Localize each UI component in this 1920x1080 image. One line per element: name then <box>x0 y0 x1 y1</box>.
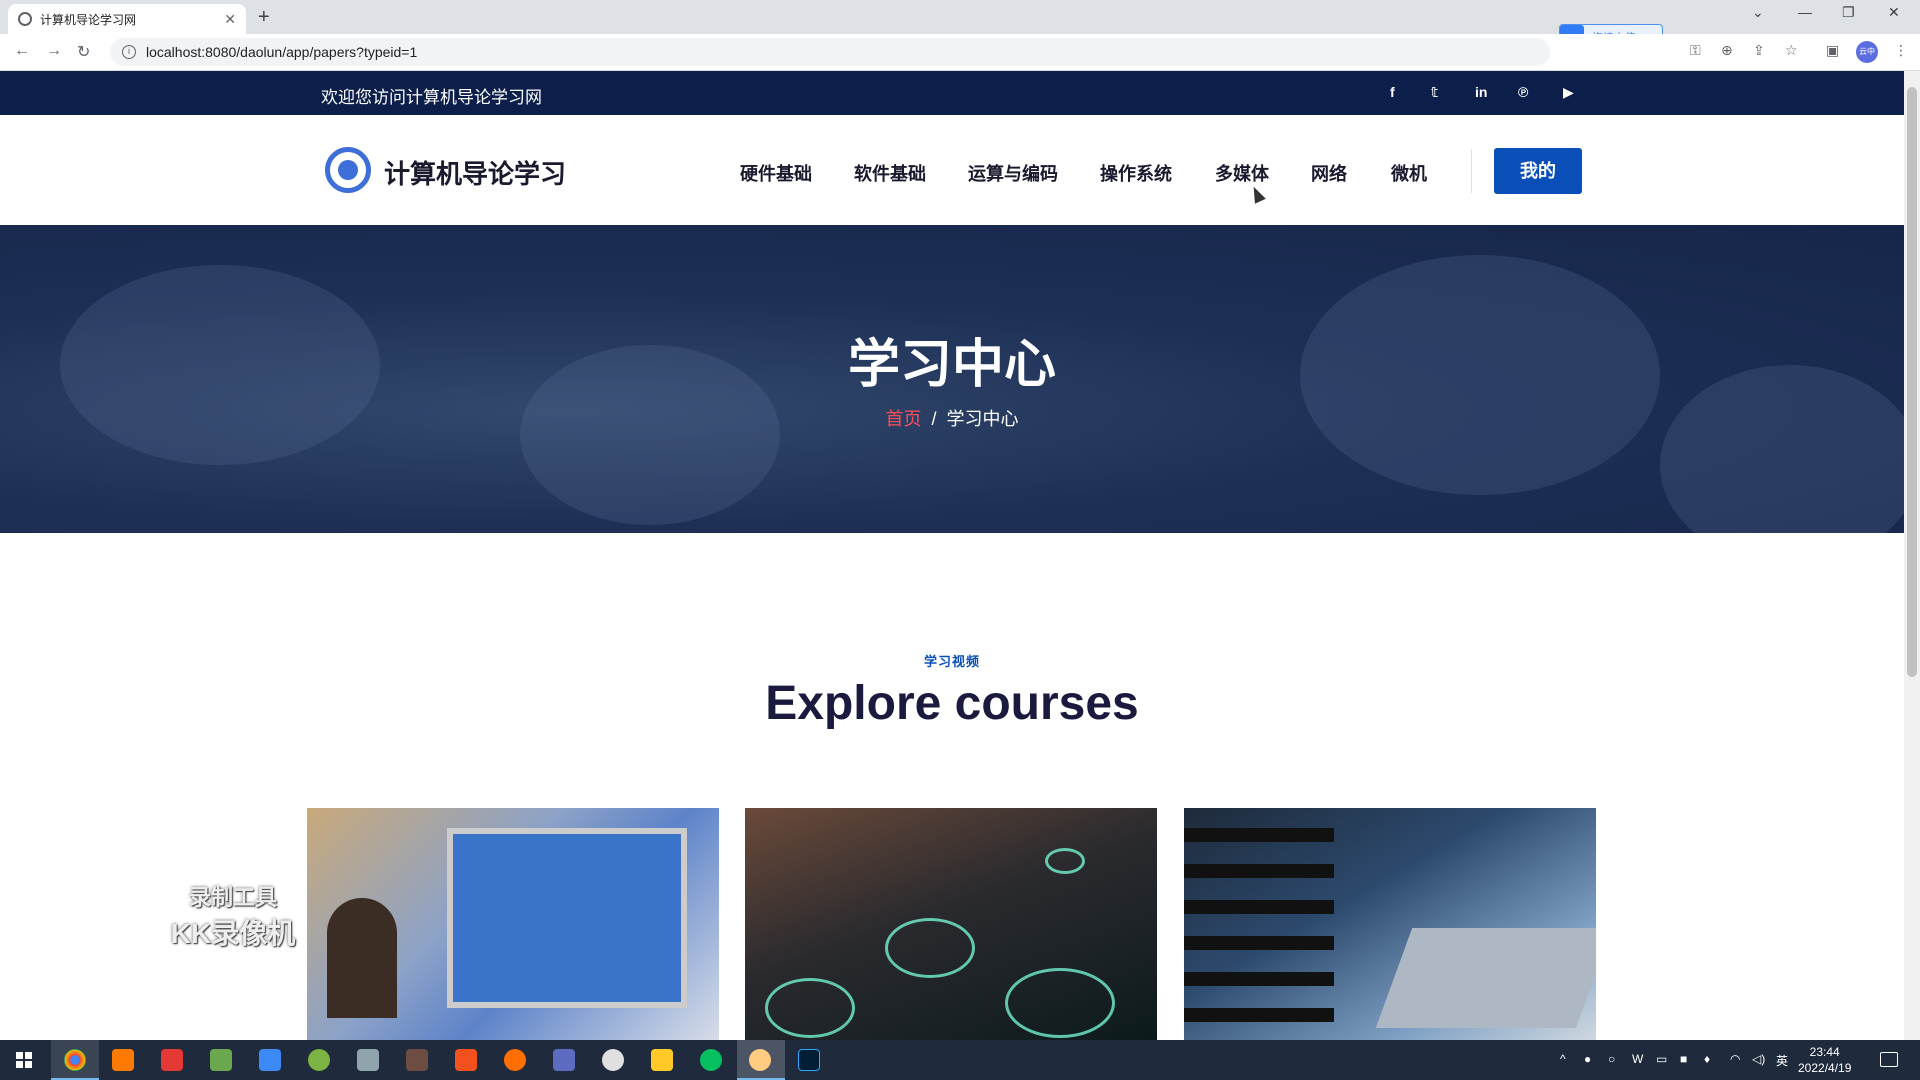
nav-item-network[interactable]: 网络 <box>1311 160 1347 186</box>
nav-item-encoding[interactable]: 运算与编码 <box>968 160 1058 186</box>
facebook-icon[interactable]: f <box>1390 84 1395 100</box>
notification-icon[interactable] <box>1880 1052 1898 1067</box>
breadcrumb-separator: / <box>931 409 937 429</box>
url-text: localhost:8080/daolun/app/papers?typeid=… <box>146 44 418 60</box>
watermark-line-2: KK录像机 <box>170 918 296 949</box>
tab-search-icon[interactable]: ⌄ <box>1752 4 1764 21</box>
chrome-icon[interactable] <box>64 1049 86 1071</box>
pinterest-icon[interactable]: ℗ <box>1518 84 1528 100</box>
folder-icon[interactable] <box>651 1049 673 1071</box>
browser-tab[interactable]: 计算机导论学习网 ✕ <box>8 4 246 34</box>
profile-avatar[interactable]: 云中 <box>1856 41 1878 63</box>
linkedin-icon[interactable]: in <box>1475 84 1487 100</box>
bookmark-star-icon[interactable]: ☆ <box>1785 42 1798 59</box>
breadcrumb: 首页 / 学习中心 <box>0 405 1904 431</box>
youtube-icon[interactable]: ▶ <box>1563 84 1574 101</box>
tray-nvidia-icon[interactable]: ■ <box>1680 1052 1687 1066</box>
course-card-1[interactable] <box>307 808 719 1040</box>
address-bar[interactable]: i localhost:8080/daolun/app/papers?typei… <box>110 38 1550 66</box>
ime-indicator[interactable]: 英 <box>1776 1052 1788 1069</box>
side-panel-icon[interactable]: ▣ <box>1826 42 1839 59</box>
course-card-2[interactable] <box>745 808 1157 1040</box>
tray-chevron-icon[interactable]: ^ <box>1560 1052 1566 1066</box>
cloud-drive-icon[interactable] <box>259 1049 281 1071</box>
nav-divider <box>1471 149 1472 193</box>
nav-item-software[interactable]: 软件基础 <box>854 160 926 186</box>
breadcrumb-current: 学习中心 <box>946 409 1019 429</box>
page-scrollbar[interactable] <box>1904 71 1920 1040</box>
my-account-button[interactable]: 我的 <box>1494 148 1582 194</box>
close-window-button[interactable]: ✕ <box>1888 4 1900 21</box>
nav-item-microcomputer[interactable]: 微机 <box>1391 160 1427 186</box>
restore-button[interactable]: ❐ <box>1842 4 1855 21</box>
tray-wechat-icon[interactable]: ● <box>1584 1052 1591 1066</box>
twitter-icon[interactable]: 𝕥 <box>1431 84 1438 101</box>
windows-taskbar: ^ ● ○ W ▭ ■ ♦ ◠ ◁) 英 23:44 2022/4/19 <box>0 1040 1920 1080</box>
photos-icon[interactable] <box>553 1049 575 1071</box>
tray-battery-icon[interactable]: ▭ <box>1656 1052 1667 1066</box>
printer-icon[interactable] <box>357 1049 379 1071</box>
video-app-icon[interactable] <box>455 1049 477 1071</box>
game-icon[interactable] <box>406 1049 428 1071</box>
watermark-line-1: 录制工具 <box>188 885 277 910</box>
welcome-text: 欢迎您访问计算机导论学习网 <box>321 88 542 107</box>
new-tab-button[interactable]: + <box>258 6 270 29</box>
chat-icon[interactable] <box>602 1049 624 1071</box>
site-header: 计算机导论学习 硬件基础 软件基础 运算与编码 操作系统 多媒体 网络 微机 我… <box>0 115 1904 225</box>
section-title: Explore courses <box>765 677 1139 730</box>
wifi-icon[interactable]: ◠ <box>1730 1052 1740 1066</box>
reload-icon[interactable]: ↻ <box>77 42 90 62</box>
clock-time: 23:44 <box>1809 1045 1840 1059</box>
logo-text[interactable]: 计算机导论学习 <box>384 154 566 191</box>
zoom-icon[interactable]: ⊕ <box>1721 42 1733 59</box>
section-eyebrow: 学习视频 <box>923 654 980 669</box>
top-info-bar: 欢迎您访问计算机导论学习网 f 𝕥 in ℗ ▶ <box>0 71 1904 115</box>
tab-title: 计算机导论学习网 <box>40 12 137 27</box>
info-icon[interactable]: i <box>122 45 136 59</box>
browser-toolbar: ← → ↻ i localhost:8080/daolun/app/papers… <box>0 34 1920 71</box>
nav-item-multimedia[interactable]: 多媒体 <box>1215 160 1269 186</box>
menu-dots-icon[interactable]: ⋮ <box>1894 42 1908 59</box>
hero-banner: 学习中心 首页 / 学习中心 <box>0 225 1904 533</box>
page-title: 学习中心 <box>847 336 1056 394</box>
notepad-icon[interactable] <box>210 1049 232 1071</box>
tray-search-icon[interactable]: ○ <box>1608 1052 1615 1066</box>
key-icon[interactable]: ⚿ <box>1690 42 1701 59</box>
globe-icon <box>18 12 32 26</box>
nav-item-hardware[interactable]: 硬件基础 <box>740 160 812 186</box>
system-clock[interactable]: 23:44 2022/4/19 <box>1798 1044 1851 1076</box>
search-tool-icon[interactable] <box>112 1049 134 1071</box>
laptop-screen <box>447 828 687 1008</box>
photoshop-icon[interactable] <box>798 1049 820 1071</box>
wps-icon[interactable] <box>161 1049 183 1071</box>
course-card-3[interactable] <box>1184 808 1596 1040</box>
share-icon[interactable]: ⇪ <box>1753 42 1765 59</box>
orange-app-icon[interactable] <box>504 1049 526 1071</box>
scrollbar-thumb[interactable] <box>1907 87 1917 677</box>
tray-qq-icon[interactable]: ♦ <box>1704 1052 1710 1066</box>
nav-item-os[interactable]: 操作系统 <box>1100 160 1172 186</box>
clock-date: 2022/4/19 <box>1798 1061 1852 1075</box>
tray-wps-icon[interactable]: W <box>1632 1052 1643 1066</box>
forward-icon[interactable]: → <box>46 42 62 60</box>
windows-start-icon[interactable] <box>16 1052 32 1068</box>
breadcrumb-home-link[interactable]: 首页 <box>885 409 921 429</box>
wechat-icon[interactable] <box>700 1049 722 1071</box>
green-app-icon[interactable] <box>308 1049 330 1071</box>
close-tab-icon[interactable]: ✕ <box>224 11 236 28</box>
recorder-watermark: 录制工具 KK录像机 <box>160 880 306 952</box>
logo-icon[interactable] <box>325 147 371 193</box>
minimize-button[interactable]: — <box>1798 4 1812 20</box>
back-icon[interactable]: ← <box>14 42 30 60</box>
recorder-icon[interactable] <box>749 1049 771 1071</box>
volume-icon[interactable]: ◁) <box>1752 1052 1765 1066</box>
